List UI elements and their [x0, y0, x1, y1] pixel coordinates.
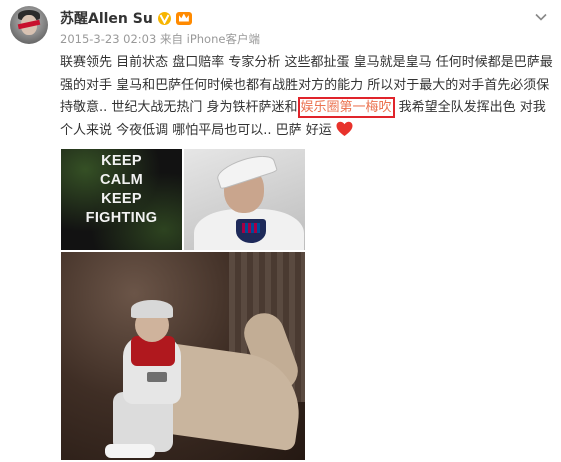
member-crown-icon[interactable] — [175, 11, 192, 25]
photo-selfie[interactable] — [184, 149, 305, 250]
post-text: 联赛领先 目前状态 盘口赔率 专家分析 这些都扯蛋 皇马就是皇马 任何时候都是巴… — [60, 52, 554, 142]
photo-caption: KEEP CALM KEEP FIGHTING — [85, 153, 158, 226]
author-row: 苏醒Allen Su — [60, 7, 192, 29]
barcelona-crest — [236, 219, 266, 243]
photo-keep-calm[interactable]: KEEP CALM KEEP FIGHTING — [61, 149, 182, 250]
photo-lounge[interactable] — [61, 252, 305, 460]
post-meta[interactable]: 2015-3-23 02:03 来自 iPhone客户端 — [60, 31, 260, 47]
avatar[interactable] — [10, 6, 48, 44]
heart-emoji-icon — [336, 121, 353, 136]
highlighted-phrase[interactable]: 娱乐圈第一梅吹 — [297, 97, 395, 118]
post-menu-button[interactable] — [535, 8, 547, 21]
author-name[interactable]: 苏醒Allen Su — [60, 8, 153, 28]
verified-badge-icon[interactable] — [157, 11, 171, 25]
chevron-down-icon — [535, 13, 547, 21]
